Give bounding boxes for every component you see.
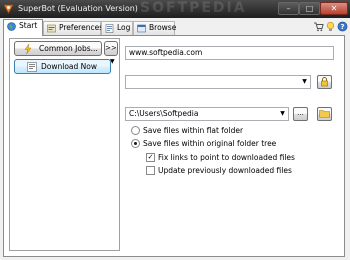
save-folder-value: C:\Users\Softpedia [129,109,199,118]
download-icon [27,62,37,72]
tab-preferences-label: Preferences [59,23,104,32]
job-combo[interactable]: ▼ [125,75,311,89]
start-panel: Common Jobs... >> Download Now ▼ www.sof… [3,35,345,257]
browse-icon [137,24,146,33]
download-options-dropdown[interactable]: ▼ [110,58,115,65]
update-files-label: Update previously downloaded files [158,166,292,175]
common-jobs-label: Common Jobs... [39,44,98,53]
more-jobs-button[interactable]: >> [104,41,118,56]
globe-icon [7,22,16,31]
title-bar[interactable]: SuperBot (Evaluation Version) SOFTPEDIA … [0,0,350,18]
help-icon[interactable]: ? [337,21,348,32]
open-folder-button[interactable] [317,107,332,121]
folder-icon [319,110,330,118]
maximize-button[interactable]: □ [299,2,320,15]
close-button[interactable]: ✕ [320,2,348,15]
chevron-down-icon[interactable]: ▼ [299,76,310,88]
download-now-label: Download Now [41,62,97,71]
lock-icon [321,77,328,87]
tab-browse[interactable]: Browse [133,21,177,35]
jobs-sidebar: Common Jobs... >> Download Now [9,38,120,251]
tab-preferences[interactable]: Preferences [43,21,104,35]
save-flat-radio[interactable] [131,126,140,135]
app-window: SuperBot (Evaluation Version) SOFTPEDIA … [0,0,350,260]
fix-links-checkbox[interactable]: ✓ [146,153,155,162]
save-tree-label: Save files within original folder tree [143,139,277,148]
lightbulb-icon[interactable] [325,21,336,32]
url-input[interactable]: www.softpedia.com [125,46,334,60]
lightning-icon [24,44,32,54]
save-folder-combo[interactable]: C:\Users\Softpedia ▼ [125,107,289,121]
fix-links-label: Fix links to point to downloaded files [158,153,295,162]
chevron-down-icon[interactable]: ▼ [277,108,288,120]
tab-log-label: Log [117,23,131,32]
tab-browse-label: Browse [149,23,177,32]
browse-folder-button[interactable]: ... [293,107,308,121]
tab-strip: Start Preferences Log Browse ? [0,18,350,36]
lock-button[interactable] [317,75,332,89]
tab-start[interactable]: Start [3,19,43,36]
minimize-button[interactable]: – [278,2,299,15]
download-now-button[interactable]: Download Now [14,59,111,74]
log-icon [105,24,114,33]
svg-text:?: ? [340,23,344,31]
update-files-checkbox[interactable] [146,166,155,175]
tab-log[interactable]: Log [101,21,133,35]
window-title: SuperBot (Evaluation Version) [18,4,138,13]
save-flat-label: Save files within flat folder [143,126,244,135]
cart-icon[interactable] [313,21,324,32]
preferences-icon [47,24,56,33]
common-jobs-button[interactable]: Common Jobs... [14,41,102,56]
tab-start-label: Start [19,21,38,30]
superbot-app-icon [3,4,14,14]
watermark: SOFTPEDIA [140,0,247,16]
save-tree-radio[interactable] [131,139,140,148]
